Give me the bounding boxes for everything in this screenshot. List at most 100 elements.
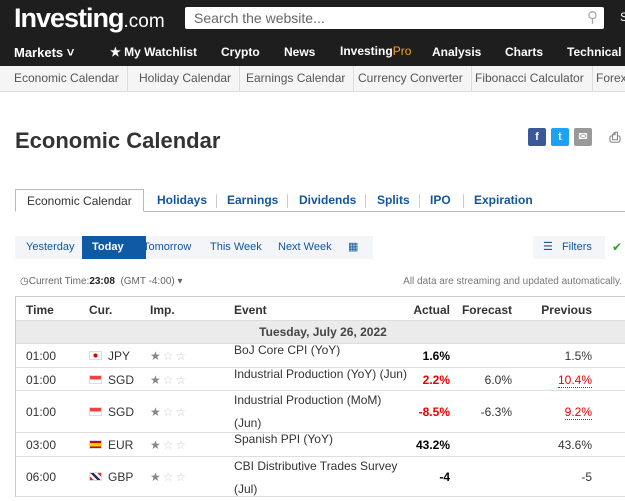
calendar-tabs: Economic Calendar Holidays Earnings Divi… bbox=[15, 189, 625, 212]
tab-dividends[interactable]: Dividends bbox=[299, 189, 356, 212]
facebook-icon[interactable]: f bbox=[528, 128, 546, 146]
event-time: 01:00 bbox=[26, 405, 57, 419]
star-empty-icon: ☆ bbox=[175, 349, 189, 363]
star-empty-icon: ☆ bbox=[162, 405, 176, 419]
previous-value: -5 bbox=[581, 470, 592, 484]
print-icon[interactable]: ⎙ bbox=[606, 128, 624, 146]
nav-watchlist[interactable]: ★ My Watchlist bbox=[110, 45, 197, 59]
divider bbox=[463, 194, 464, 208]
clock-icon: ◷ bbox=[20, 276, 29, 287]
tab-splits[interactable]: Splits bbox=[377, 189, 410, 212]
search-icon[interactable]: ⚲ bbox=[587, 8, 598, 26]
table-row[interactable]: 01:00 SGD ★☆☆ Industrial Production (YoY… bbox=[16, 367, 625, 391]
actual-value: 2.2% bbox=[422, 372, 450, 387]
flag-japan-icon bbox=[89, 351, 102, 360]
search-input[interactable]: Search the website... ⚲ bbox=[185, 7, 604, 29]
nav-markets[interactable]: Markets ˅ bbox=[14, 45, 74, 60]
star-empty-icon: ☆ bbox=[175, 372, 189, 387]
star-empty-icon: ☆ bbox=[162, 349, 176, 363]
nav-crypto[interactable]: Crypto bbox=[221, 45, 260, 59]
importance-stars: ★☆☆ bbox=[150, 405, 188, 419]
event-name-link[interactable]: Spanish PPI (YoY) bbox=[234, 428, 409, 451]
table-header: Time Cur. Imp. Event Actual Forecast Pre… bbox=[16, 297, 625, 321]
nav-news[interactable]: News bbox=[284, 45, 315, 59]
event-time: 01:00 bbox=[26, 349, 57, 363]
forecast-value: -6.3% bbox=[480, 405, 512, 419]
tomorrow-button[interactable]: Tomorrow bbox=[143, 236, 191, 259]
previous-value: 10.4% bbox=[557, 372, 592, 388]
tab-expiration[interactable]: Expiration bbox=[474, 189, 533, 212]
tab-ipo[interactable]: IPO bbox=[430, 189, 451, 212]
table-row[interactable]: 01:00 SGD ★☆☆ Industrial Production (MoM… bbox=[16, 391, 625, 433]
previous-value: 9.2% bbox=[564, 405, 592, 420]
nav-charts[interactable]: Charts bbox=[505, 45, 543, 59]
calendar-icon[interactable]: ▦ bbox=[348, 236, 358, 259]
nav-analysis[interactable]: Analysis bbox=[432, 45, 481, 59]
star-empty-icon: ☆ bbox=[175, 405, 189, 419]
importance-stars: ★☆☆ bbox=[150, 373, 188, 387]
yesterday-button[interactable]: Yesterday bbox=[26, 236, 75, 259]
twitter-icon[interactable]: t bbox=[551, 128, 569, 146]
star-filled-icon: ★ bbox=[150, 438, 163, 452]
event-name-link[interactable]: BoJ Core CPI (YoY) bbox=[234, 339, 409, 362]
previous-value: 1.5% bbox=[564, 349, 592, 363]
tab-holidays[interactable]: Holidays bbox=[157, 189, 207, 212]
sub-nav: Economic Calendar Holiday Calendar Earni… bbox=[0, 66, 625, 92]
current-time: ◷Current Time:23:08 (GMT -4:00) ▾ bbox=[20, 276, 183, 287]
timezone-select[interactable]: (GMT -4:00) ▾ bbox=[120, 276, 182, 287]
star-empty-icon: ☆ bbox=[175, 438, 189, 452]
star-filled-icon: ★ bbox=[150, 405, 163, 419]
subnav-earnings-calendar[interactable]: Earnings Calendar bbox=[238, 66, 355, 92]
nav-investingpro[interactable]: InvestingPro bbox=[340, 44, 411, 58]
table-row[interactable]: 06:00 GBP ★☆☆ CBI Distributive Trades Su… bbox=[16, 457, 625, 497]
logo[interactable]: Investing.com bbox=[14, 3, 165, 34]
actual-value: 43.2% bbox=[415, 438, 450, 452]
importance-stars: ★☆☆ bbox=[150, 438, 188, 452]
subnav-forex[interactable]: Forex bbox=[588, 66, 625, 92]
star-empty-icon: ☆ bbox=[175, 470, 189, 484]
streaming-note: All data are streaming and updated autom… bbox=[403, 276, 622, 287]
star-filled-icon: ★ bbox=[150, 349, 163, 363]
table-row[interactable]: 03:00 EUR ★☆☆ Spanish PPI (YoY) 43.2% 43… bbox=[16, 432, 625, 457]
tab-earnings[interactable]: Earnings bbox=[227, 189, 278, 212]
star-empty-icon: ☆ bbox=[162, 372, 176, 387]
currency: EUR bbox=[108, 438, 134, 452]
subnav-fibonacci-calculator[interactable]: Fibonacci Calculator bbox=[467, 66, 593, 92]
filter-icon: ☰ bbox=[543, 241, 553, 253]
main-nav: Markets ˅ ★ My Watchlist Crypto News Inv… bbox=[0, 34, 625, 66]
currency: SGD bbox=[108, 372, 135, 387]
next-week-button[interactable]: Next Week bbox=[278, 236, 332, 259]
filters-button[interactable]: ☰ Filters bbox=[533, 236, 605, 259]
actual-value: -4 bbox=[439, 470, 450, 484]
currency: SGD bbox=[108, 405, 135, 419]
flag-uk-icon bbox=[89, 472, 102, 481]
top-bar: Investing.com Search the website... ⚲ S bbox=[0, 0, 625, 34]
star-filled-icon: ★ bbox=[150, 372, 163, 387]
divider bbox=[419, 194, 420, 208]
event-time: 03:00 bbox=[26, 438, 57, 452]
importance-stars: ★☆☆ bbox=[150, 470, 188, 484]
actual-value: -8.5% bbox=[418, 405, 450, 419]
subnav-holiday-calendar[interactable]: Holiday Calendar bbox=[131, 66, 241, 92]
event-time: 06:00 bbox=[26, 470, 57, 484]
subnav-currency-converter[interactable]: Currency Converter bbox=[350, 66, 472, 92]
email-icon[interactable]: ✉ bbox=[574, 128, 592, 146]
star-empty-icon: ☆ bbox=[162, 470, 176, 484]
sign-in-link[interactable]: S bbox=[620, 10, 625, 24]
forecast-value: 6.0% bbox=[484, 372, 512, 387]
currency: JPY bbox=[108, 349, 131, 363]
importance-stars: ★☆☆ bbox=[150, 349, 188, 363]
subnav-economic-calendar[interactable]: Economic Calendar bbox=[6, 66, 128, 92]
date-selector: Yesterday Today Tomorrow This Week Next … bbox=[15, 236, 373, 259]
today-button[interactable]: Today bbox=[82, 236, 146, 259]
check-icon: ✔ bbox=[612, 240, 623, 254]
event-name-link[interactable]: CBI Distributive Trades Survey (Jul) bbox=[234, 455, 409, 501]
star-empty-icon: ☆ bbox=[162, 438, 176, 452]
currency: GBP bbox=[108, 470, 134, 484]
this-week-button[interactable]: This Week bbox=[210, 236, 262, 259]
tab-economic-calendar[interactable]: Economic Calendar bbox=[15, 189, 144, 212]
nav-technical[interactable]: Technical bbox=[567, 45, 621, 59]
event-name-link[interactable]: Industrial Production (YoY) (Jun) bbox=[234, 363, 409, 386]
calendar-table: Time Cur. Imp. Event Actual Forecast Pre… bbox=[15, 296, 625, 497]
star-filled-icon: ★ bbox=[150, 470, 163, 484]
